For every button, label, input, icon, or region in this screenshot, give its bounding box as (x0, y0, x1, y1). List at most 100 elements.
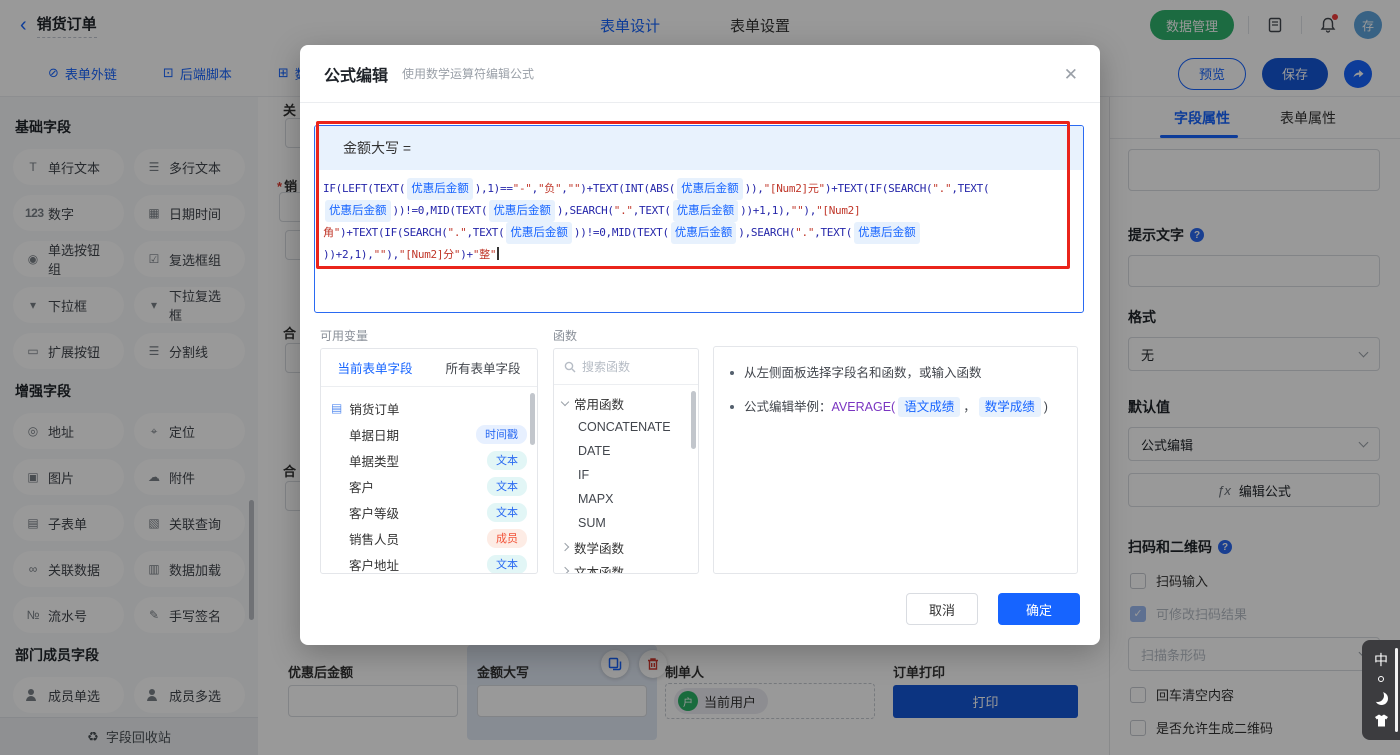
formula-body[interactable]: IF(LEFT(TEXT(优惠后金额),1)=="-","负","")+TEXT… (315, 170, 1083, 266)
function-group-label: 常用函数 (574, 397, 625, 412)
field-chip[interactable]: 优惠后金额 (325, 200, 391, 222)
formula-token: )), (744, 182, 764, 195)
field-chip[interactable]: 优惠后金额 (670, 222, 737, 244)
variable-name: 单据类型 (349, 454, 400, 469)
function-group-文本函数[interactable]: 文本函数 (560, 559, 690, 574)
formula-token: "[Num2]分" (398, 248, 461, 261)
formula-token: )+ (460, 248, 473, 261)
function-search[interactable] (554, 349, 698, 385)
variable-type-badge: 文本 (487, 476, 527, 496)
function-group-label: 数学函数 (574, 541, 625, 556)
function-group-label: 文本函数 (574, 565, 625, 574)
formula-token: ,TEXT( (951, 182, 990, 195)
dark-mode-icon[interactable] (1375, 692, 1388, 705)
chevron-right-icon (560, 566, 570, 573)
chevron-right-icon (560, 542, 570, 552)
functions-scrollbar[interactable] (691, 391, 696, 449)
variables-tabs: 当前表单字段 所有表单字段 (321, 349, 537, 387)
confirm-button[interactable]: 确定 (998, 593, 1080, 625)
formula-token: "." (447, 226, 467, 239)
formula-token: ), (386, 248, 399, 261)
formula-token: ,TEXT( (814, 226, 853, 239)
formula-token: "." (932, 182, 952, 195)
formula-target: 金额大写 = (315, 126, 1083, 170)
variable-field-row[interactable]: 销售人员 成员 (331, 525, 527, 551)
form-name: 销货订单 (349, 402, 400, 417)
formula-token: "[Num2] (816, 204, 861, 217)
variables-label: 可用变量 (320, 329, 369, 343)
formula-token: "." (795, 226, 815, 239)
function-item-CONCATENATE[interactable]: CONCATENATE (562, 415, 690, 439)
formula-line: 优惠后金额))!=0,MID(TEXT(优惠后金额),SEARCH(".",TE… (323, 200, 1075, 222)
formula-editor[interactable]: 金额大写 = IF(LEFT(TEXT(优惠后金额),1)=="-","负","… (314, 125, 1084, 313)
variables-scrollbar[interactable] (530, 393, 535, 445)
chevron-down-icon (560, 397, 570, 406)
field-chip[interactable]: 优惠后金额 (677, 178, 743, 200)
formula-token: "" (567, 182, 581, 195)
formula-token: ))+1,1), (740, 204, 791, 217)
formula-token: ,TEXT( (466, 226, 505, 239)
field-chip[interactable]: 优惠后金额 (854, 222, 920, 244)
panel-scrollbar[interactable] (1395, 648, 1398, 732)
variable-field-row[interactable]: 客户地址 文本 (331, 551, 527, 573)
function-search-input[interactable] (582, 359, 672, 374)
variable-field-row[interactable]: 客户 文本 (331, 473, 527, 499)
formula-token: "负" (537, 182, 562, 195)
language-toggle[interactable]: 中 (1374, 653, 1388, 667)
formula-token: "整" (472, 248, 497, 261)
formula-edit-modal: 公式编辑 使用数学运算符编辑公式 ✕ 金额大写 = IF(LEFT(TEXT(优… (300, 45, 1100, 645)
variable-type-badge: 文本 (487, 502, 527, 522)
variables-form-row[interactable]: ▤ 销货订单 (331, 395, 527, 421)
variable-name: 客户 (349, 480, 375, 495)
variable-field-row[interactable]: 单据日期 时间戳 (331, 421, 527, 447)
function-item-IF[interactable]: IF (562, 463, 690, 487)
example-function: AVERAGE( (831, 400, 896, 414)
formula-token: ,TEXT( (632, 204, 671, 217)
modal-header: 公式编辑 使用数学运算符编辑公式 ✕ (300, 45, 1100, 103)
function-list: 常用函数 CONCATENATE DATE IF MAPX SUM 数学函数文本函数 (554, 385, 698, 574)
variable-field-row[interactable]: 单据类型 文本 (331, 447, 527, 473)
modal-buttons: 取消 确定 (906, 593, 1080, 625)
variable-name: 客户地址 (349, 558, 400, 573)
variable-type-badge: 成员 (487, 528, 527, 548)
close-icon[interactable]: ✕ (1064, 65, 1078, 85)
formula-line: 角")+TEXT(IF(SEARCH(".",TEXT(优惠后金额))!=0,M… (323, 222, 1075, 244)
function-group-常用函数[interactable]: 常用函数 (560, 391, 690, 415)
function-group-数学函数[interactable]: 数学函数 (560, 535, 690, 559)
formula-token: "." (613, 204, 633, 217)
formula-token: )+TEXT(IF(SEARCH( (824, 182, 933, 195)
text-caret (497, 247, 499, 260)
field-chip[interactable]: 优惠后金额 (489, 200, 555, 222)
modal-subtitle: 使用数学运算符编辑公式 (402, 67, 535, 81)
example-field-chip: 数学成绩 (978, 397, 1041, 417)
tip-example: 公式编辑举例： AVERAGE(语文成绩，数学成绩) (730, 397, 1061, 417)
function-item-DATE[interactable]: DATE (562, 439, 690, 463)
field-chip[interactable]: 优惠后金额 (672, 200, 739, 222)
formula-token: ),SEARCH( (738, 226, 796, 239)
formula-token: ))+2,1), (323, 248, 374, 261)
cancel-button[interactable]: 取消 (906, 593, 978, 625)
formula-token: IF(LEFT(TEXT( (323, 182, 406, 195)
formula-token: "[Num2]元" (763, 182, 826, 195)
function-item-MAPX[interactable]: MAPX (562, 487, 690, 511)
variables-tree: ▤ 销货订单 单据日期 时间戳 单据类型 文本 客户 文本 客户等级 文本 销售人员 成员 客户地址 文本 (321, 387, 537, 573)
function-item-SUM[interactable]: SUM (562, 511, 690, 535)
tab-current-form-fields[interactable]: 当前表单字段 (321, 358, 429, 377)
formula-line: ))+2,1),""),"[Num2]分")+"整" (323, 244, 1075, 266)
formula-token: )+TEXT(INT(ABS( (580, 182, 676, 195)
modal-title: 公式编辑 (324, 67, 389, 85)
variable-field-row[interactable]: 客户等级 文本 (331, 499, 527, 525)
formula-tips: 从左侧面板选择字段名和函数，或输入函数 公式编辑举例： AVERAGE(语文成绩，… (713, 346, 1078, 574)
search-icon (564, 361, 576, 372)
theme-shirt-icon[interactable] (1374, 714, 1389, 727)
formula-token: ),SEARCH( (556, 204, 614, 217)
functions-label: 函数 (553, 329, 578, 343)
field-chip[interactable]: 优惠后金额 (407, 178, 473, 200)
formula-token: "" (373, 248, 387, 261)
formula-token: "" (790, 204, 804, 217)
tip-select-fields: 从左侧面板选择字段名和函数，或输入函数 (730, 363, 1061, 383)
field-chip[interactable]: 优惠后金额 (506, 222, 572, 244)
tab-all-form-fields[interactable]: 所有表单字段 (429, 358, 537, 377)
formula-token: ))!=0,MID(TEXT( (392, 204, 488, 217)
variables-panel: 当前表单字段 所有表单字段 ▤ 销货订单 单据日期 时间戳 单据类型 文本 客户 文本 客户等级… (320, 348, 538, 574)
